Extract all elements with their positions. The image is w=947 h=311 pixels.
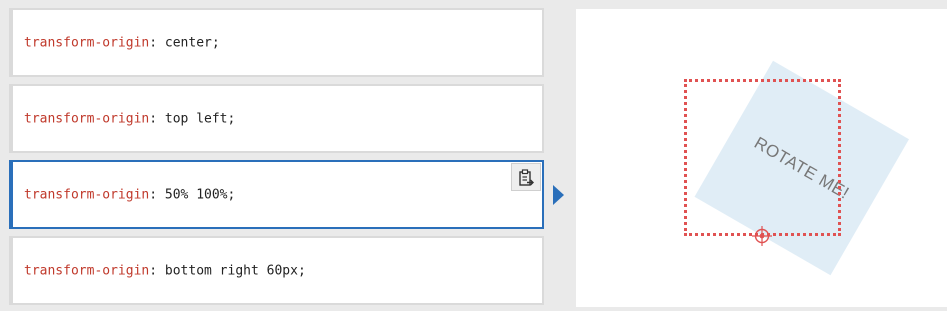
css-property: transform-origin [24, 263, 150, 278]
option-code: transform-origin: center; [24, 36, 220, 49]
css-value: center; [157, 35, 220, 50]
css-separator: : [149, 111, 158, 126]
css-value: 50% 100%; [157, 187, 236, 202]
css-value: bottom right 60px; [157, 263, 306, 278]
code-options-list: transform-origin: center; transform-orig… [9, 8, 544, 311]
option-50-100-selected[interactable]: transform-origin: 50% 100%; [9, 160, 544, 229]
original-position-outline [684, 79, 841, 236]
option-top-left[interactable]: transform-origin: top left; [9, 84, 544, 153]
css-value: top left; [157, 111, 236, 126]
copy-button[interactable] [511, 163, 541, 191]
option-code: transform-origin: 50% 100%; [24, 188, 235, 201]
css-separator: : [149, 263, 158, 278]
option-bottom-right-60px[interactable]: transform-origin: bottom right 60px; [9, 236, 544, 305]
output-preview: ROTATE ME! [576, 9, 947, 307]
option-code: transform-origin: bottom right 60px; [24, 264, 306, 277]
css-separator: : [149, 187, 158, 202]
css-property: transform-origin [24, 35, 150, 50]
clipboard-copy-icon [519, 168, 534, 186]
option-center[interactable]: transform-origin: center; [9, 8, 544, 77]
css-separator: : [149, 35, 158, 50]
css-property: transform-origin [24, 111, 150, 126]
crosshair-icon [752, 226, 772, 246]
option-code: transform-origin: top left; [24, 112, 235, 125]
css-property: transform-origin [24, 187, 150, 202]
transform-origin-example: transform-origin: center; transform-orig… [0, 0, 947, 311]
triangle-right-icon [553, 185, 564, 205]
